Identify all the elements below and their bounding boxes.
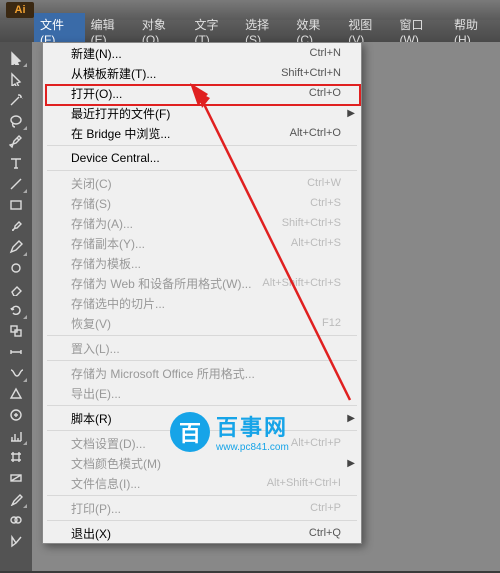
menu-entry-label: 退出(X) (71, 525, 111, 542)
menu-entry-9: 存储(S) Ctrl+S (43, 193, 361, 213)
menu-entry-label: Device Central... (71, 151, 160, 165)
submenu-arrow-icon: ▶ (347, 458, 355, 469)
menu-entry-2[interactable]: 打开(O)... Ctrl+O (43, 83, 361, 103)
menu-entry-22[interactable]: 脚本(R) ▶ (43, 408, 361, 428)
tool-mesh[interactable] (4, 447, 28, 467)
menu-entry-label: 关闭(C) (71, 175, 112, 192)
menu-entry-label: 文档设置(D)... (71, 435, 146, 452)
menu-entry-6[interactable]: Device Central... (43, 148, 361, 168)
menu-entry-label: 在 Bridge 中浏览... (71, 125, 170, 142)
tool-width[interactable] (4, 342, 28, 362)
menu-entry-12: 存储为模板... (43, 253, 361, 273)
menu-entry-label: 存储为模板... (71, 255, 141, 272)
menu-entry-4[interactable]: 在 Bridge 中浏览... Alt+Ctrl+O (43, 123, 361, 143)
tool-graph[interactable] (4, 426, 28, 446)
menu-entry-label: 文件信息(I)... (71, 475, 140, 492)
menu-entry-30[interactable]: 退出(X) Ctrl+Q (43, 523, 361, 543)
menu-entry-8: 关闭(C) Ctrl+W (43, 173, 361, 193)
menu-entry-13: 存储为 Web 和设备所用格式(W)... Alt+Shift+Ctrl+S (43, 273, 361, 293)
tool-blob[interactable] (4, 258, 28, 278)
menu-entry-shortcut: Shift+Ctrl+N (281, 67, 341, 79)
file-menu-dropdown[interactable]: 新建(N)... Ctrl+N 从模板新建(T)... Shift+Ctrl+N 打开(… (42, 42, 362, 544)
menu-separator (47, 145, 357, 146)
menu-entry-label: 脚本(R) (71, 410, 112, 427)
menu-entry-label: 新建(N)... (71, 45, 122, 62)
tool-eraser[interactable] (4, 279, 28, 299)
tool-lasso[interactable] (4, 111, 28, 131)
menu-entry-label: 存储(S) (71, 195, 111, 212)
menu-entry-label: 存储选中的切片... (71, 295, 165, 312)
menu-entry-shortcut: F12 (322, 317, 341, 329)
menu-entry-label: 存储为 Microsoft Office 所用格式... (71, 365, 255, 382)
menu-entry-shortcut: Ctrl+O (309, 87, 341, 99)
tool-type[interactable] (4, 153, 28, 173)
menu-separator (47, 170, 357, 171)
menu-entry-label: 存储副本(Y)... (71, 235, 145, 252)
tool-pen[interactable] (4, 132, 28, 152)
tool-rect[interactable] (4, 195, 28, 215)
menu-entry-shortcut: Ctrl+P (310, 502, 341, 514)
menu-separator (47, 405, 357, 406)
menu-entry-shortcut: Ctrl+W (307, 177, 341, 189)
tool-shaper[interactable] (4, 384, 28, 404)
menu-entry-shortcut: Ctrl+S (310, 197, 341, 209)
submenu-arrow-icon: ▶ (347, 108, 355, 119)
menu-entry-label: 从模板新建(T)... (71, 65, 156, 82)
menu-entry-label: 文档颜色模式(M) (71, 455, 161, 472)
menu-separator (47, 335, 357, 336)
menu-separator (47, 430, 357, 431)
menu-entry-shortcut: Alt+Shift+Ctrl+S (262, 277, 341, 289)
tool-warp[interactable] (4, 363, 28, 383)
menu-entry-14: 存储选中的切片... (43, 293, 361, 313)
app-logo: Ai (6, 2, 34, 18)
menu-entry-11: 存储副本(Y)... Alt+Ctrl+S (43, 233, 361, 253)
menubar: 文件(F)编辑(E)对象(O)文字(T)选择(S)效果(C)视图(V)窗口(W)… (0, 20, 500, 42)
tool-symbol[interactable] (4, 405, 28, 425)
menu-entry-label: 置入(L)... (71, 340, 120, 357)
menu-entry-15: 恢复(V) F12 (43, 313, 361, 333)
menu-entry-17: 置入(L)... (43, 338, 361, 358)
tool-line[interactable] (4, 174, 28, 194)
menu-entry-label: 打开(O)... (71, 85, 122, 102)
menu-separator (47, 360, 357, 361)
menu-entry-label: 导出(E)... (71, 385, 121, 402)
menu-entry-24: 文档设置(D)... Alt+Ctrl+P (43, 433, 361, 453)
menu-entry-3[interactable]: 最近打开的文件(F) ▶ (43, 103, 361, 123)
tool-blend[interactable] (4, 510, 28, 530)
menu-entry-label: 打印(P)... (71, 500, 121, 517)
menu-entry-label: 存储为(A)... (71, 215, 133, 232)
menu-entry-shortcut: Alt+Ctrl+O (290, 127, 341, 139)
menu-entry-label: 恢复(V) (71, 315, 111, 332)
tool-rotate[interactable] (4, 300, 28, 320)
tool-eyedrop[interactable] (4, 489, 28, 509)
menu-entry-19: 存储为 Microsoft Office 所用格式... (43, 363, 361, 383)
tool-scale[interactable] (4, 321, 28, 341)
menu-entry-label: 存储为 Web 和设备所用格式(W)... (71, 275, 251, 292)
menu-entry-20: 导出(E)... (43, 383, 361, 403)
menu-separator (47, 520, 357, 521)
tools-panel (0, 42, 32, 573)
submenu-arrow-icon: ▶ (347, 413, 355, 424)
menu-entry-0[interactable]: 新建(N)... Ctrl+N (43, 43, 361, 63)
menu-entry-10: 存储为(A)... Shift+Ctrl+S (43, 213, 361, 233)
tool-direct[interactable] (4, 69, 28, 89)
tool-pencil[interactable] (4, 237, 28, 257)
menu-entry-shortcut: Ctrl+Q (309, 527, 341, 539)
menu-entry-shortcut: Alt+Ctrl+P (291, 437, 341, 449)
menu-entry-label: 最近打开的文件(F) (71, 105, 170, 122)
tool-gradient[interactable] (4, 468, 28, 488)
menu-entry-shortcut: Shift+Ctrl+S (282, 217, 341, 229)
menu-entry-28: 打印(P)... Ctrl+P (43, 498, 361, 518)
menu-entry-1[interactable]: 从模板新建(T)... Shift+Ctrl+N (43, 63, 361, 83)
menu-separator (47, 495, 357, 496)
menu-entry-25: 文档颜色模式(M) ▶ (43, 453, 361, 473)
menu-entry-26: 文件信息(I)... Alt+Shift+Ctrl+I (43, 473, 361, 493)
menu-entry-shortcut: Alt+Shift+Ctrl+I (267, 477, 341, 489)
tool-wand[interactable] (4, 90, 28, 110)
tool-slice[interactable] (4, 531, 28, 551)
tool-brush[interactable] (4, 216, 28, 236)
menu-entry-shortcut: Ctrl+N (310, 47, 341, 59)
tool-cursor[interactable] (4, 48, 28, 68)
menu-entry-shortcut: Alt+Ctrl+S (291, 237, 341, 249)
